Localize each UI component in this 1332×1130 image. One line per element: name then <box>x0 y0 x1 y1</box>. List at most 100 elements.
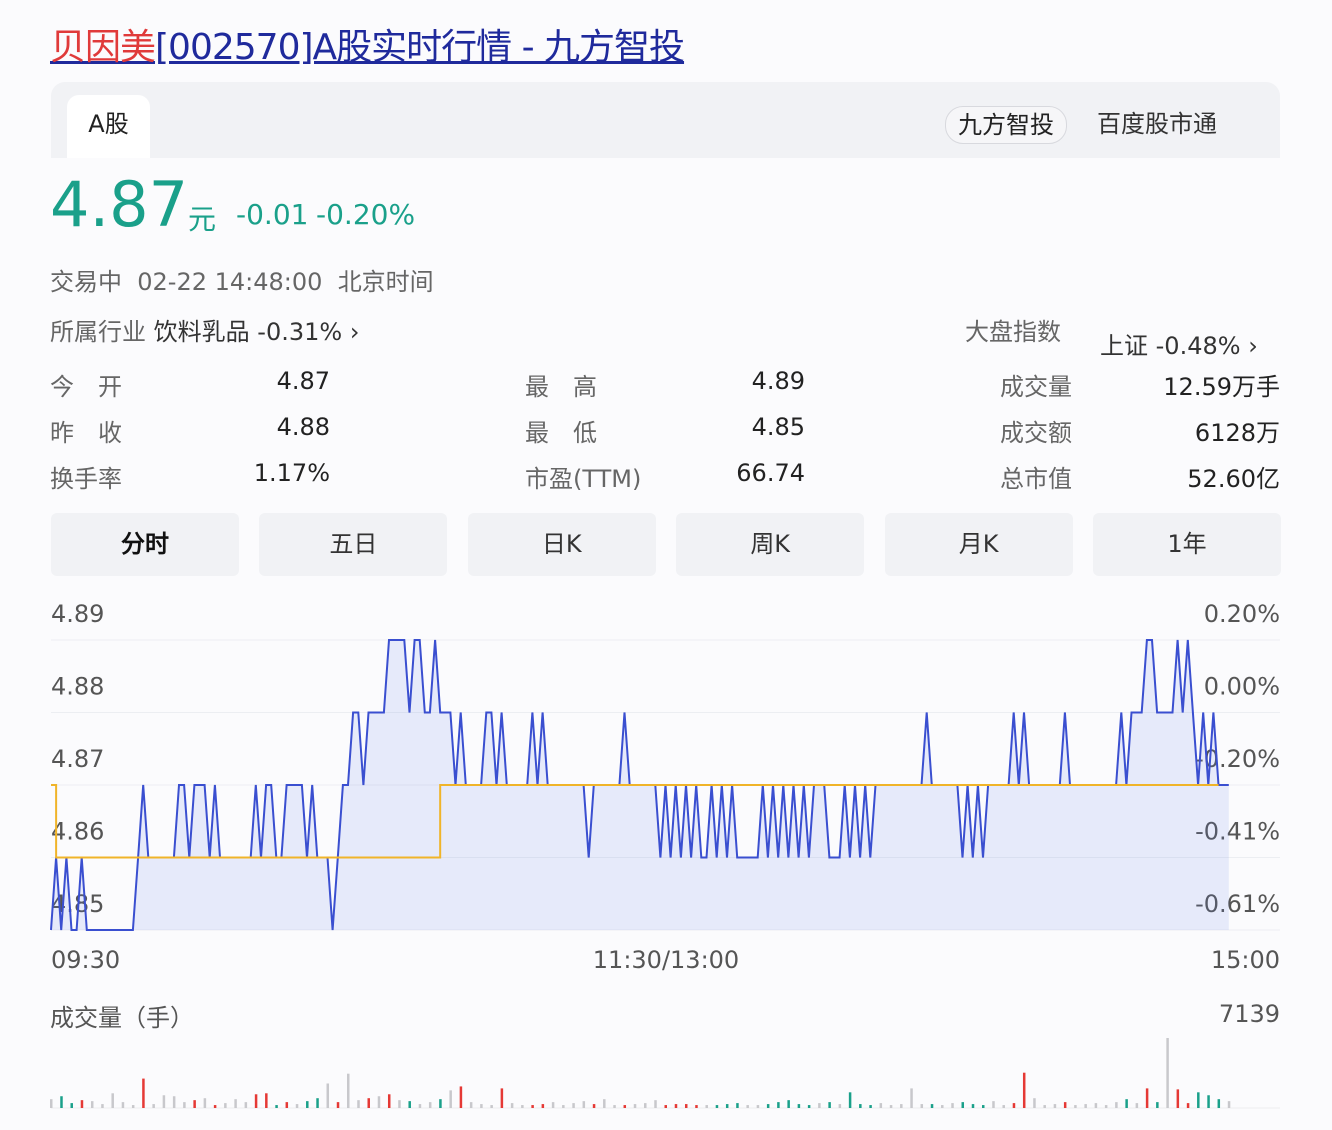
volume-bar <box>1227 1101 1231 1108</box>
stat-value: 4.87 <box>276 367 330 395</box>
industry-name: 饮料乳品 <box>153 318 250 346</box>
volume-bar <box>951 1103 954 1108</box>
volume-bar <box>879 1103 883 1108</box>
stat-value: 12.59万手 <box>1163 373 1280 401</box>
volume-bar <box>1186 1103 1190 1108</box>
volume-bar <box>80 1100 84 1108</box>
volume-bar <box>838 1104 842 1108</box>
stat-label: 市盈(TTM) <box>525 465 642 493</box>
volume-bar <box>244 1102 248 1108</box>
volume-bar <box>449 1090 452 1108</box>
volume-bar <box>807 1105 811 1108</box>
volume-bar <box>70 1103 73 1108</box>
volume-bar <box>1063 1102 1067 1108</box>
price-change: -0.01 <box>236 198 309 231</box>
volume-bar <box>213 1105 217 1108</box>
volume-bar <box>316 1098 319 1108</box>
volume-bar <box>644 1103 647 1108</box>
source-baidu-button[interactable]: 百度股市通 <box>1097 106 1217 142</box>
volume-bar <box>152 1104 155 1108</box>
stat-label: 今 开 <box>50 373 122 401</box>
volume-bar <box>1166 1038 1169 1108</box>
volume-bar <box>521 1105 524 1108</box>
volume-bar <box>981 1105 985 1108</box>
volume-bar <box>408 1101 411 1108</box>
volume-bar <box>121 1102 125 1108</box>
volume-bar <box>654 1100 657 1108</box>
intraday-chart: 4.89 0.20%4.88 0.00%4.87 -0.20%4.86 -0.41%4.… <box>50 600 1280 1109</box>
stat-value: 4.89 <box>751 367 805 395</box>
volume-bar <box>1217 1099 1221 1108</box>
volume-bar <box>623 1105 627 1108</box>
tab-a-shares[interactable]: A股 <box>67 95 150 158</box>
period-tab-3[interactable]: 周K <box>676 513 865 576</box>
volume-bar <box>562 1105 565 1108</box>
period-tab-2[interactable]: 日K <box>467 513 656 576</box>
volume-bar <box>756 1105 760 1108</box>
index-label: 大盘指数 <box>965 318 1061 346</box>
volume-bar <box>111 1093 114 1108</box>
volume-bar <box>398 1100 401 1108</box>
volume-bar <box>848 1092 852 1108</box>
stat-value: 66.74 <box>736 459 805 487</box>
period-tab-5[interactable]: 1年 <box>1093 513 1281 576</box>
volume-bar <box>131 1105 135 1108</box>
volume-bar <box>1094 1103 1098 1108</box>
volume-bar <box>1176 1089 1180 1108</box>
page: 贝因美[002570]A股实时行情 - 九方智投 A股 九方智投 百度股市通 4… <box>0 0 1332 1130</box>
industry-pct: -0.31% <box>257 318 343 346</box>
trade-status: 交易中 02-22 14:48:00 北京时间 <box>50 262 434 297</box>
volume-bar <box>1207 1095 1210 1108</box>
current-price: 4.87 <box>50 168 189 241</box>
volume-max: 7139 <box>1219 1000 1280 1028</box>
volume-bar <box>183 1102 186 1108</box>
volume-bar <box>357 1100 360 1108</box>
source-jiufang-button[interactable]: 九方智投 <box>945 106 1067 144</box>
volume-bar <box>900 1104 903 1108</box>
stat-label: 换手率 <box>50 465 122 493</box>
volume-bar <box>377 1096 381 1108</box>
period-tab-1[interactable]: 五日 <box>259 513 448 576</box>
volume-bar <box>60 1096 63 1108</box>
y-left-tick: 4.88 <box>51 673 104 701</box>
volume-bar <box>1033 1098 1036 1108</box>
volume-bar <box>603 1099 606 1108</box>
y-left-tick: 4.86 <box>51 818 104 846</box>
volume-bar <box>459 1086 463 1108</box>
stat-label: 最 高 <box>525 373 597 401</box>
stat-label: 最 低 <box>525 419 597 447</box>
volume-bar <box>275 1105 278 1108</box>
volume-bar <box>859 1104 862 1108</box>
status-datetime: 02-22 14:48:00 <box>137 268 323 296</box>
volume-bar <box>633 1104 637 1108</box>
page-title-link[interactable]: 贝因美[002570]A股实时行情 - 九方智投 <box>50 18 685 70</box>
stat-value: 6128万 <box>1194 419 1280 447</box>
volume-bar <box>1104 1105 1108 1108</box>
volume-bar <box>336 1102 340 1108</box>
index-name: 上证 <box>1100 332 1148 360</box>
volume-bar <box>1022 1072 1026 1108</box>
volume-bar <box>306 1101 309 1108</box>
volume-bar <box>254 1094 258 1108</box>
stat-label: 成交量 <box>1000 373 1072 401</box>
price-change-pct: -0.20% <box>316 198 416 231</box>
volume-bar <box>142 1078 145 1108</box>
volume-bar <box>234 1099 237 1108</box>
volume-bar <box>1135 1103 1139 1108</box>
volume-bar <box>1115 1102 1118 1108</box>
index-link[interactable]: 上证 -0.48% › <box>1100 326 1258 361</box>
chevron-right-icon: › <box>1248 332 1258 360</box>
volume-bar <box>387 1094 391 1108</box>
period-tab-0[interactable]: 分时 <box>51 513 239 576</box>
period-tab-4[interactable]: 月K <box>884 513 1073 576</box>
volume-bar <box>961 1102 965 1108</box>
industry-label: 所属行业 <box>50 318 146 346</box>
volume-bar <box>500 1088 504 1108</box>
volume-bar <box>1074 1105 1077 1108</box>
industry-link[interactable]: 所属行业 饮料乳品 -0.31% › <box>50 312 359 347</box>
volume-bar <box>664 1105 667 1108</box>
market-tab-bar <box>51 82 1280 158</box>
volume-bar <box>797 1104 801 1108</box>
volume-bar <box>347 1073 350 1108</box>
volume-bar <box>889 1105 893 1108</box>
